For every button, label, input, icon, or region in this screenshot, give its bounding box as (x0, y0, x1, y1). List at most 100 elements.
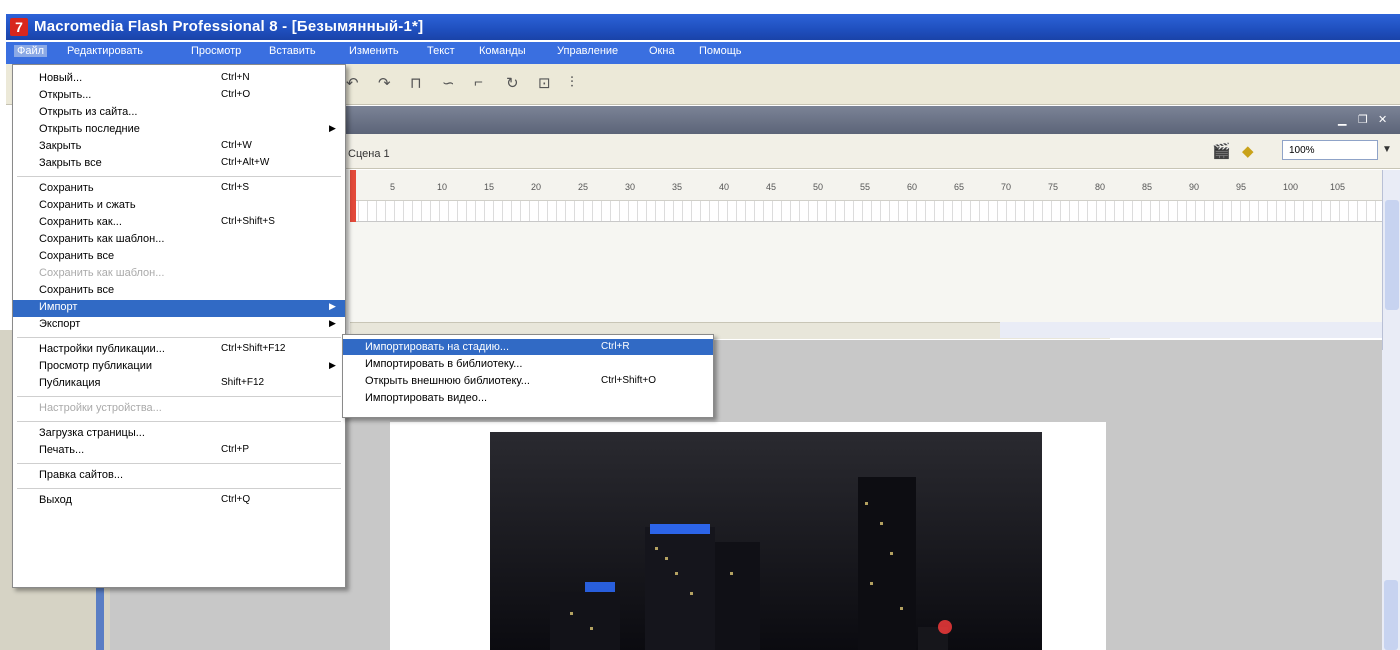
file-menu-item[interactable]: Импорт ▶ (13, 300, 345, 317)
frame-tick: 105 (1330, 182, 1346, 192)
menu-item-label: Сохранить все (39, 250, 115, 262)
scrollbar-thumb[interactable] (1385, 200, 1399, 310)
file-menu-item[interactable]: Сохранить как шаблон... (13, 232, 345, 247)
smooth-icon[interactable]: ∽ (442, 74, 455, 92)
menu-item-label: Загрузка страницы... (39, 427, 145, 439)
menu-2[interactable]: Просмотр (188, 45, 244, 57)
zoom-select[interactable]: 100% (1282, 140, 1378, 160)
file-menu-item[interactable]: Сохранить Ctrl+S (13, 181, 345, 196)
menu-item-shortcut: Ctrl+N (221, 72, 250, 83)
menu-0[interactable]: Файл (14, 45, 48, 57)
zoom-dropdown-chevron-icon[interactable]: ▼ (1382, 144, 1392, 155)
menu-1[interactable]: Редактировать (64, 45, 146, 57)
frame-tick: 70 (1001, 182, 1012, 192)
restore-icon[interactable]: ❐ (1358, 113, 1368, 126)
menu-item-label: Печать... (39, 444, 85, 456)
frame-tick: 90 (1189, 182, 1200, 192)
snap-icon[interactable]: ⊓ (410, 74, 422, 92)
menu-item-label: Сохранить (39, 182, 94, 194)
menu-item-shortcut: Ctrl+O (221, 89, 251, 100)
file-menu-item[interactable]: Закрыть Ctrl+W (13, 139, 345, 154)
scene-label[interactable]: Сцена 1 (348, 148, 390, 160)
timeline-frames[interactable] (350, 201, 1382, 222)
menu-item-label: Новый... (39, 72, 83, 84)
timeline-vertical-scrollbar[interactable] (1382, 170, 1400, 350)
import-submenu-item[interactable]: Импортировать в библиотеку... (343, 356, 713, 372)
frame-tick: 5 (390, 182, 396, 192)
file-menu-item[interactable]: Сохранить все (13, 249, 345, 264)
menu-item-label: Закрыть все (39, 157, 102, 169)
menu-item-label: Импортировать на стадию... (365, 341, 510, 353)
edit-scene-icon[interactable]: 🎬 (1212, 142, 1231, 160)
file-menu-item[interactable]: Открыть из сайта... (13, 105, 345, 120)
menu-item-label: Импортировать в библиотеку... (365, 358, 523, 370)
file-menu-dropdown: Новый... Ctrl+N Открыть... Ctrl+O Открыть из… (12, 64, 346, 588)
menu-item-label: Импорт (39, 301, 78, 313)
import-submenu-item[interactable]: Импортировать видео... (343, 390, 713, 406)
menu-item-label: Сохранить все (39, 284, 115, 296)
file-menu-item[interactable]: Правка сайтов... (13, 468, 345, 483)
file-menu-item[interactable]: Сохранить все (13, 283, 345, 298)
import-submenu: Импортировать на стадию... Ctrl+R Импортир… (342, 334, 714, 418)
playhead[interactable] (350, 170, 356, 222)
file-menu-item[interactable]: Закрыть все Ctrl+Alt+W (13, 156, 345, 171)
import-submenu-item[interactable]: Импортировать на стадию... Ctrl+R (343, 339, 713, 355)
file-menu-item[interactable]: Экспорт ▶ (13, 317, 345, 332)
straighten-icon[interactable]: ⌐ (474, 74, 483, 91)
menu-item-shortcut: Ctrl+P (221, 444, 250, 455)
frame-tick: 35 (672, 182, 683, 192)
file-menu-item[interactable]: Сохранить и сжать (13, 198, 345, 213)
file-menu-item[interactable]: Загрузка страницы... (13, 426, 345, 441)
menu-6[interactable]: Команды (476, 45, 529, 57)
menu-7[interactable]: Управление (554, 45, 621, 57)
menu-item-label: Публикация (39, 377, 101, 389)
edit-symbol-icon[interactable]: ◆ (1242, 142, 1254, 160)
menu-item-shortcut: Ctrl+Q (221, 494, 251, 505)
file-menu-item[interactable]: Новый... Ctrl+N (13, 71, 345, 86)
file-menu-item[interactable]: Печать... Ctrl+P (13, 443, 345, 458)
frame-tick: 30 (625, 182, 636, 192)
file-menu-item[interactable]: Просмотр публикации ▶ (13, 359, 345, 374)
file-menu-item[interactable]: Сохранить как... Ctrl+Shift+S (13, 215, 345, 230)
menu-item-shortcut: Ctrl+W (221, 140, 252, 151)
menu-separator (17, 463, 341, 464)
file-menu-item[interactable]: Публикация Shift+F12 (13, 376, 345, 391)
menu-item-label: Сохранить как... (39, 216, 122, 228)
align-icon[interactable]: ⫶ (570, 74, 574, 91)
menu-item-shortcut: Ctrl+S (221, 182, 250, 193)
menu-item-label: Сохранить как шаблон... (39, 267, 165, 279)
menu-9[interactable]: Помощь (696, 45, 745, 57)
timeline-horizontal-scrollbar[interactable] (1000, 322, 1382, 338)
menu-item-shortcut: Ctrl+R (601, 341, 630, 352)
scale-icon[interactable]: ⊡ (538, 74, 551, 92)
skyline-image (490, 432, 1042, 650)
menu-5[interactable]: Текст (424, 45, 458, 57)
file-menu-item[interactable]: Настройки публикации... Ctrl+Shift+F12 (13, 342, 345, 357)
file-menu-item[interactable]: Открыть... Ctrl+O (13, 88, 345, 103)
menu-8[interactable]: Окна (646, 45, 678, 57)
frame-tick: 100 (1283, 182, 1299, 192)
undo-icon[interactable]: ↶ (346, 74, 359, 92)
menu-item-label: Сохранить и сжать (39, 199, 136, 211)
close-icon[interactable]: ✕ (1378, 113, 1387, 126)
menu-item-label: Просмотр публикации (39, 360, 153, 372)
menu-item-label: Настройки публикации... (39, 343, 165, 355)
flash-app-icon[interactable]: 7 (10, 18, 28, 36)
import-submenu-item[interactable]: Открыть внешнюю библиотеку... Ctrl+Shift+… (343, 373, 713, 389)
stage-vertical-scrollbar[interactable] (1382, 350, 1400, 650)
menu-4[interactable]: Изменить (346, 45, 402, 57)
menu-item-label: Открыть последние (39, 123, 140, 135)
scrollbar-thumb[interactable] (1384, 580, 1398, 650)
file-menu-item: Настройки устройства... (13, 401, 345, 416)
file-menu-item[interactable]: Выход Ctrl+Q (13, 493, 345, 508)
frame-tick: 50 (813, 182, 824, 192)
menu-item-label: Открыть внешнюю библиотеку... (365, 375, 530, 387)
file-menu-item[interactable]: Открыть последние ▶ (13, 122, 345, 137)
menu-3[interactable]: Вставить (266, 45, 319, 57)
redo-icon[interactable]: ↷ (378, 74, 391, 92)
rotate-icon[interactable]: ↻ (506, 74, 519, 92)
minimize-icon[interactable]: ▁ (1338, 113, 1346, 126)
frame-tick: 10 (437, 182, 448, 192)
city-night-photo[interactable] (490, 432, 1042, 650)
frame-tick: 80 (1095, 182, 1106, 192)
